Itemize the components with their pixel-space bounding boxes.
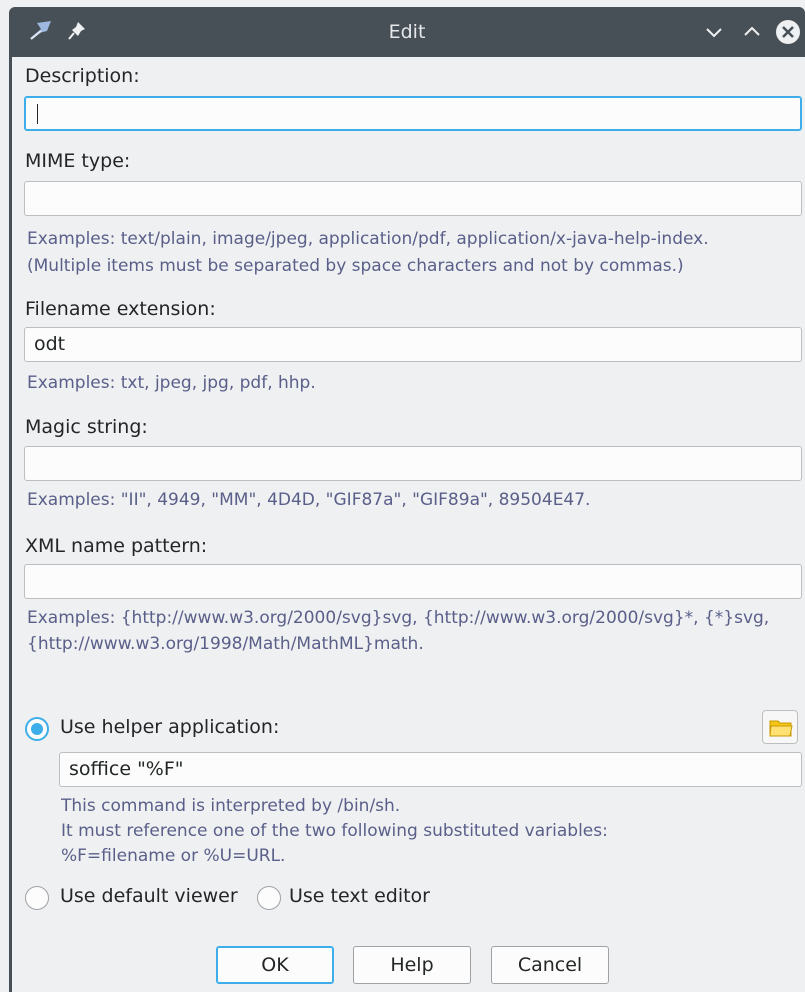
command-hint-2: It must reference one of the two followi… <box>61 821 608 841</box>
help-button[interactable]: Help <box>353 946 471 984</box>
magic-string-input[interactable] <box>24 446 802 481</box>
extension-value: odt <box>34 333 66 355</box>
use-text-editor-radio[interactable] <box>257 886 281 910</box>
cancel-button[interactable]: Cancel <box>491 946 609 984</box>
xml-pattern-hint-2: {http://www.w3.org/1998/Math/MathML}math… <box>27 634 424 654</box>
xml-pattern-input[interactable] <box>24 564 802 599</box>
xml-pattern-label: XML name pattern: <box>25 535 208 557</box>
use-text-editor-label[interactable]: Use text editor <box>289 885 430 907</box>
helper-command-input[interactable]: soffice "%F" <box>59 752 802 787</box>
mime-type-input[interactable] <box>24 181 802 216</box>
mime-type-hint-2: (Multiple items must be separated by spa… <box>27 256 684 276</box>
command-hint-3: %F=filename or %U=URL. <box>61 846 286 866</box>
magic-string-label: Magic string: <box>25 416 148 438</box>
magic-string-hint: Examples: "II", 4949, "MM", 4D4D, "GIF87… <box>27 490 591 510</box>
close-icon[interactable] <box>775 19 801 45</box>
text-caret <box>37 104 38 124</box>
use-default-viewer-label[interactable]: Use default viewer <box>60 885 238 907</box>
description-label: Description: <box>25 65 140 87</box>
command-hint-1: This command is interpreted by /bin/sh. <box>61 796 401 816</box>
extension-label: Filename extension: <box>25 298 216 320</box>
helper-command-value: soffice "%F" <box>69 758 184 780</box>
window-title: Edit <box>388 21 426 43</box>
use-helper-radio[interactable] <box>25 717 49 741</box>
xml-pattern-hint: Examples: {http://www.w3.org/2000/svg}sv… <box>27 608 770 628</box>
extension-input[interactable]: odt <box>24 327 802 362</box>
mime-type-hint: Examples: text/plain, image/jpeg, applic… <box>27 229 709 249</box>
extension-hint: Examples: txt, jpeg, jpg, pdf, hhp. <box>27 373 316 393</box>
window-border <box>9 57 12 992</box>
folder-icon <box>769 720 793 737</box>
browse-button[interactable] <box>762 710 798 744</box>
title-bar[interactable]: Edit <box>9 7 805 57</box>
ok-button[interactable]: OK <box>216 946 334 984</box>
use-helper-label[interactable]: Use helper application: <box>60 716 279 738</box>
description-input[interactable] <box>24 96 802 131</box>
maximize-icon[interactable] <box>739 19 765 45</box>
minimize-icon[interactable] <box>701 19 727 45</box>
mime-type-label: MIME type: <box>25 150 131 172</box>
use-default-viewer-radio[interactable] <box>25 886 49 910</box>
